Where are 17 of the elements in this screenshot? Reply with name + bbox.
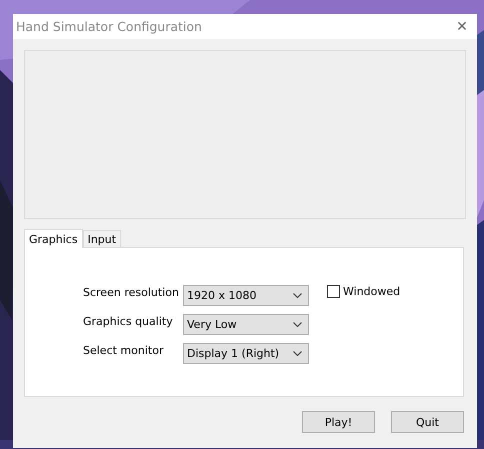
dropdown[interactable]: Display 1 (Right) — [183, 343, 309, 364]
chevron-down-icon — [293, 293, 302, 298]
checkbox-label: Windowed — [343, 285, 400, 298]
chevron-down-icon — [293, 351, 302, 356]
dialog-button[interactable]: Quit — [391, 411, 464, 433]
chevron-down-icon — [293, 322, 302, 327]
setting-label: Graphics quality — [83, 314, 174, 328]
tab[interactable]: Input — [82, 230, 122, 247]
dialog-button[interactable]: Play! — [302, 411, 375, 433]
close-button[interactable]: ✕ — [447, 14, 477, 39]
dropdown[interactable]: Very Low — [183, 314, 309, 335]
checkbox[interactable] — [327, 285, 340, 298]
setting-label: Screen resolution — [83, 285, 180, 299]
window-title: Hand Simulator Configuration — [16, 19, 202, 34]
dropdown[interactable]: 1920 x 1080 — [183, 285, 309, 306]
setting-label: Select monitor — [83, 343, 164, 357]
tab[interactable]: Graphics — [24, 229, 83, 248]
